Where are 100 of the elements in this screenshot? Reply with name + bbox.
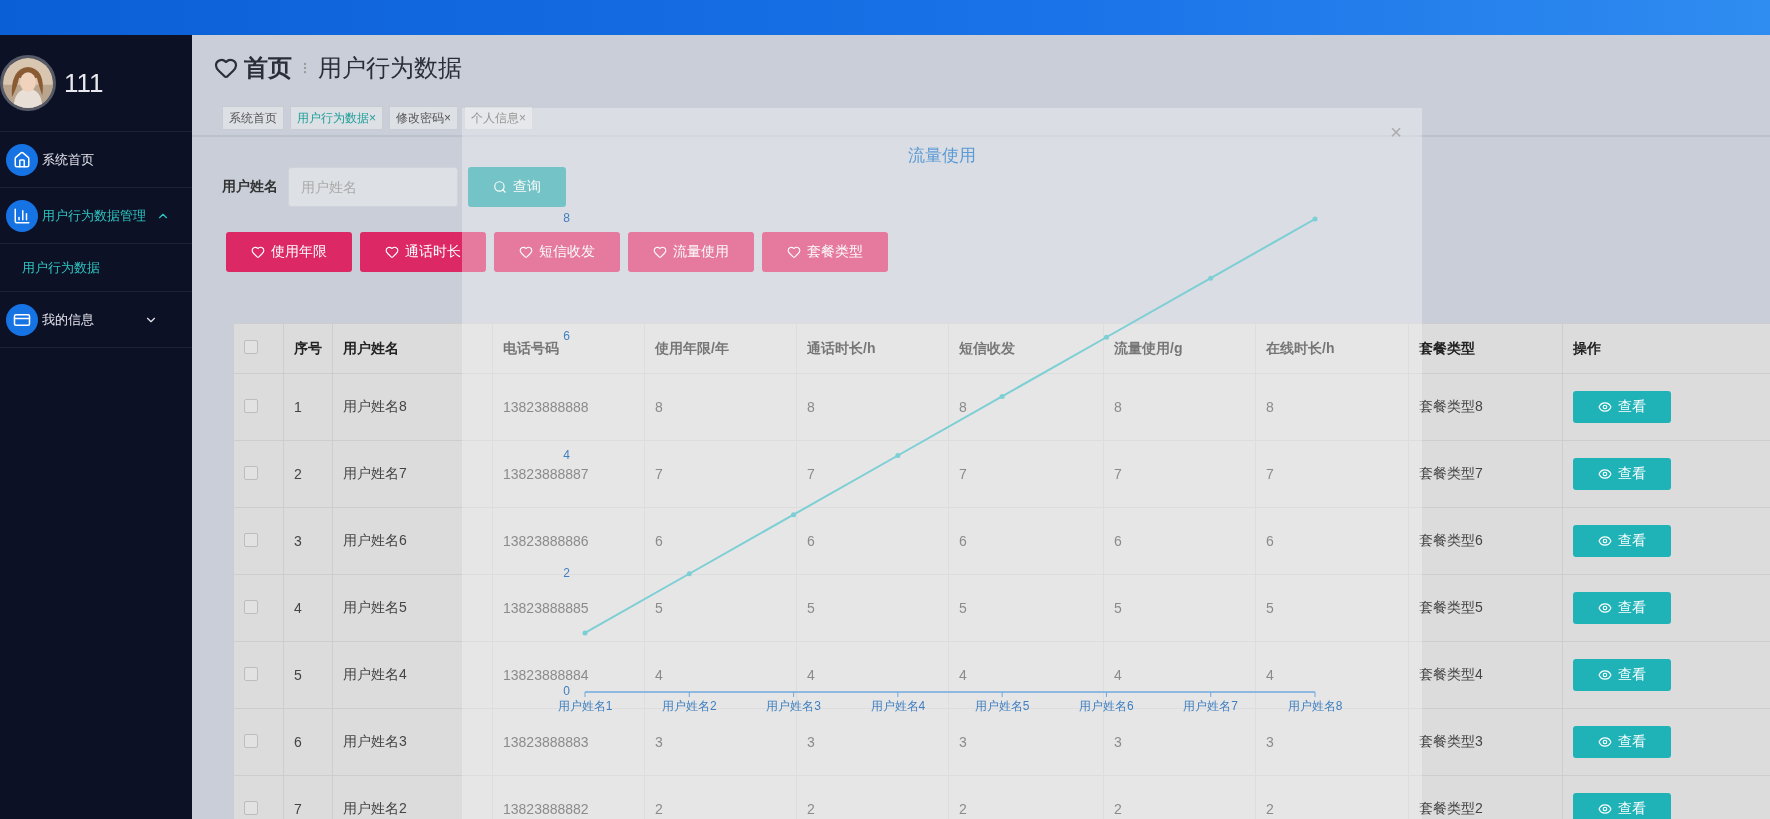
menu-item[interactable]: 我的信息 <box>0 292 192 348</box>
table-cell: 套餐类型6 <box>1419 532 1483 548</box>
table-cell: 13823888887 <box>503 466 589 482</box>
menu-item[interactable]: 用户行为数据管理 <box>0 188 192 244</box>
heart-icon <box>385 245 399 259</box>
table-cell: 3 <box>655 734 663 750</box>
table-cell: 2 <box>807 801 815 817</box>
y-tick-label: 0 <box>563 684 570 698</box>
tab[interactable]: 个人信息× <box>464 106 534 130</box>
checkbox[interactable] <box>244 733 258 748</box>
menu-item[interactable]: 系统首页 <box>0 132 192 188</box>
table-cell: 4 <box>655 667 663 683</box>
table-cell: 7 <box>1266 466 1274 482</box>
checkbox[interactable] <box>244 800 258 815</box>
table-cell: 套餐类型7 <box>1419 465 1483 481</box>
x-tick-label: 用户姓名5 <box>974 699 1030 713</box>
view-button[interactable]: 查看 <box>1573 391 1671 423</box>
checkbox[interactable] <box>244 398 258 413</box>
x-tick-label: 用户姓名7 <box>1183 699 1239 713</box>
column-header: 通话时长/h <box>807 339 876 356</box>
chart-button[interactable]: 短信收发 <box>494 232 620 272</box>
table-cell: 7 <box>655 466 663 482</box>
search-icon <box>493 180 507 194</box>
view-button[interactable]: 查看 <box>1573 793 1671 819</box>
table-cell: 5 <box>1266 600 1274 616</box>
table-cell: 用户姓名8 <box>343 398 407 414</box>
table-cell: 4 <box>807 667 815 683</box>
table-cell: 7 <box>1114 466 1122 482</box>
table-cell: 3 <box>294 533 302 549</box>
view-button[interactable]: 查看 <box>1573 458 1671 490</box>
data-point <box>999 393 1005 399</box>
checkbox[interactable] <box>244 532 258 547</box>
table-cell: 8 <box>1114 399 1122 415</box>
chart-button[interactable]: 使用年限 <box>226 232 352 272</box>
breadcrumb-link[interactable]: 首页 <box>244 52 292 84</box>
chart-button[interactable]: 流量使用 <box>628 232 754 272</box>
checkbox[interactable] <box>244 340 258 354</box>
table-cell: 8 <box>959 399 967 415</box>
x-tick-label: 用户姓名6 <box>1079 699 1134 713</box>
chart-title: 流量使用 <box>908 145 976 166</box>
checkbox[interactable] <box>244 465 258 480</box>
table-cell: 2 <box>294 466 302 482</box>
table-cell: 4 <box>294 600 302 616</box>
heart-icon <box>519 245 533 259</box>
y-tick-label: 8 <box>563 211 570 225</box>
table-cell: 13823888882 <box>503 801 589 817</box>
table-cell: 套餐类型4 <box>1419 666 1483 682</box>
table-cell: 8 <box>1266 399 1274 415</box>
bar-chart-icon <box>6 199 38 232</box>
table-cell: 5 <box>959 600 967 616</box>
tab[interactable]: 用户行为数据× <box>290 106 383 130</box>
view-button[interactable]: 查看 <box>1573 592 1671 624</box>
data-point <box>1208 275 1214 281</box>
home-icon <box>6 143 38 176</box>
input-field[interactable]: 用户姓名 <box>288 167 458 207</box>
x-tick-label: 用户姓名1 <box>557 699 613 713</box>
eye-icon <box>1598 534 1612 548</box>
table-cell: 13823888883 <box>503 734 589 750</box>
data-point <box>582 630 588 636</box>
heart-icon <box>653 245 667 259</box>
view-button[interactable]: 查看 <box>1573 659 1671 691</box>
table-cell: 7 <box>807 466 815 482</box>
view-button[interactable]: 查看 <box>1573 525 1671 557</box>
column-header: 电话号码 <box>503 339 559 356</box>
table-cell: 套餐类型5 <box>1419 599 1483 615</box>
column-header: 流量使用/g <box>1114 339 1183 356</box>
table-cell: 6 <box>807 533 815 549</box>
eye-icon <box>1598 400 1612 414</box>
table-cell: 3 <box>1266 734 1274 750</box>
tab[interactable]: 系统首页 <box>222 106 284 130</box>
y-tick-label: 6 <box>563 329 570 344</box>
data-point <box>1103 334 1109 340</box>
x-tick-label: 用户姓名4 <box>870 699 926 713</box>
close-button[interactable]: × <box>1390 122 1402 142</box>
table-cell: 3 <box>1114 734 1122 750</box>
data-point <box>1312 216 1318 222</box>
table-cell: 用户姓名7 <box>343 465 407 481</box>
table-cell: 5 <box>655 600 663 616</box>
table-cell: 13823888884 <box>503 667 589 683</box>
heart-icon <box>787 245 801 259</box>
x-tick-label: 用户姓名2 <box>661 699 717 713</box>
tab[interactable]: 修改密码× <box>389 106 459 130</box>
x-tick-label: 用户姓名3 <box>766 699 821 713</box>
table-cell: 3 <box>959 734 967 750</box>
column-header: 操作 <box>1573 339 1601 356</box>
table-cell: 8 <box>807 399 815 415</box>
table-cell: 13823888885 <box>503 600 589 616</box>
chart-button[interactable]: 通话时长 <box>360 232 486 272</box>
table-cell: 13823888888 <box>503 399 589 415</box>
table-cell: 8 <box>655 399 663 415</box>
table-cell: 套餐类型8 <box>1419 398 1483 414</box>
search-button[interactable]: 查询 <box>468 167 566 207</box>
chart-button[interactable]: 套餐类型 <box>762 232 888 272</box>
checkbox[interactable] <box>244 599 258 614</box>
checkbox[interactable] <box>244 666 258 681</box>
table-cell: 3 <box>807 734 815 750</box>
view-button[interactable]: 查看 <box>1573 726 1671 758</box>
table-cell: 7 <box>959 466 967 482</box>
table-cell: 6 <box>1114 533 1122 549</box>
user-name: 111 <box>64 67 104 99</box>
